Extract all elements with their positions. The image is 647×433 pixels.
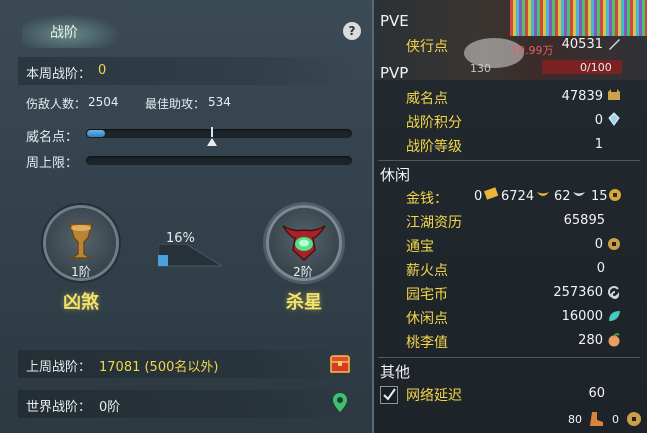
leisure-row-label-0: 江湖资历 [406,215,462,231]
pvp-row-value-level: 1 [594,137,603,152]
leaf-icon [609,311,620,321]
leisure-row-label-2: 薪火点 [406,263,448,279]
world-rank-label: 世界战阶： [26,400,92,415]
gold-boat-icon [537,192,549,196]
money-value-1: 0 [474,189,483,204]
pve-row-label: 侠行点 [406,39,448,55]
kills-value: 2504 [88,95,119,109]
treasure-chest-icon[interactable] [329,352,351,374]
assist-label: 最佳助攻： [145,97,206,111]
rank-panel: 战阶 ? 本周战阶： 0 伤敌人数： 2504 最佳助攻： 534 威名点： 周… [0,0,372,433]
pvp-section-title: PVP [380,64,409,82]
boot-icon [590,412,603,426]
money-value-4: 15 [591,189,608,204]
cap-marker-icon [207,138,217,146]
other-section-title: 其他 [380,363,411,381]
leisure-section-title: 休闲 [380,166,411,184]
leisure-row-value-3: 257360 [553,285,603,300]
silver-boat-icon [573,192,585,196]
help-icon[interactable]: ? [343,22,361,40]
crystal-icon [608,112,620,126]
last-week-value: 17081 (500名以外) [99,360,219,375]
money-value-3: 62 [554,189,571,204]
banner-icon [608,89,620,100]
prestige-label: 威名点： [26,130,79,145]
copper-coin-icon [609,189,621,201]
cap-marker-line [211,127,213,137]
bottom-value-2: 0 [612,413,619,426]
swirl-icon [608,286,620,299]
last-week-label: 上周战阶： [26,360,92,375]
bg-number-1: 19.99万 [511,44,554,57]
peach-icon [608,333,620,347]
money-label: 金钱： [406,191,448,207]
leisure-row-value-0: 65895 [563,213,605,228]
coin-icon [627,412,641,426]
bg-number-2: 130 [470,62,491,75]
tab-rank-label: 战阶 [50,25,78,41]
pvp-row-value-points: 0 [594,113,603,128]
divider [378,160,640,161]
weekly-rank-label: 本周战阶： [26,67,92,82]
leisure-row-label-1: 通宝 [406,239,434,255]
pve-section-title: PVE [380,12,409,30]
assist-value: 534 [208,95,231,109]
tab-rank[interactable]: 战阶 [22,14,122,48]
gold-ingot-icon [484,187,498,200]
sword-icon [609,39,620,50]
checkmark-icon [383,388,396,401]
leisure-row-value-2: 0 [596,261,605,276]
leisure-row-label-4: 休闲点 [406,311,448,327]
currency-panel: 19.99万 130 0/100 PVE 侠行点 40531 PVP 威名点 4… [372,0,647,433]
prestige-bar-fill [87,130,105,137]
pvp-row-value-prestige: 47839 [561,89,603,104]
leisure-row-label-5: 桃李值 [406,335,448,351]
latency-label: 网络延迟 [406,388,462,404]
pve-row-value: 40531 [561,37,603,52]
bottom-value-1: 80 [568,413,582,426]
leisure-row-value-5: 280 [578,333,603,348]
pvp-row-label-prestige: 威名点 [406,91,448,107]
pvp-row-label-points: 战阶积分 [406,115,462,131]
rank-progress-fill [158,255,168,266]
current-rank-name: 凶煞 [63,292,99,313]
current-rank-level: 1阶 [71,265,91,279]
money-value-2: 6724 [501,189,535,204]
world-rank-value: 0阶 [99,400,121,415]
next-rank-level: 2阶 [293,265,313,279]
leisure-row-value-4: 16000 [561,309,603,324]
rank-progress-gauge [158,244,222,267]
latency-checkbox[interactable] [380,386,398,404]
weekly-cap-label: 周上限： [26,156,79,171]
latency-value: 60 [588,386,605,401]
colorful-banner [510,0,647,36]
leisure-row-value-1: 0 [594,237,603,252]
weekly-rank-value: 0 [98,63,107,78]
location-pin-icon[interactable] [332,392,348,414]
weekly-cap-bar [86,156,352,165]
next-rank-name: 杀星 [286,292,322,313]
prestige-bar [86,129,352,138]
leisure-row-label-3: 园宅币 [406,287,448,303]
tab-bar: 战阶 [0,14,372,48]
bg-number-3: 0/100 [580,61,612,74]
divider [378,357,640,358]
pvp-row-label-level: 战阶等级 [406,139,462,155]
coin-icon [608,238,620,250]
kills-label: 伤敌人数： [26,97,87,111]
